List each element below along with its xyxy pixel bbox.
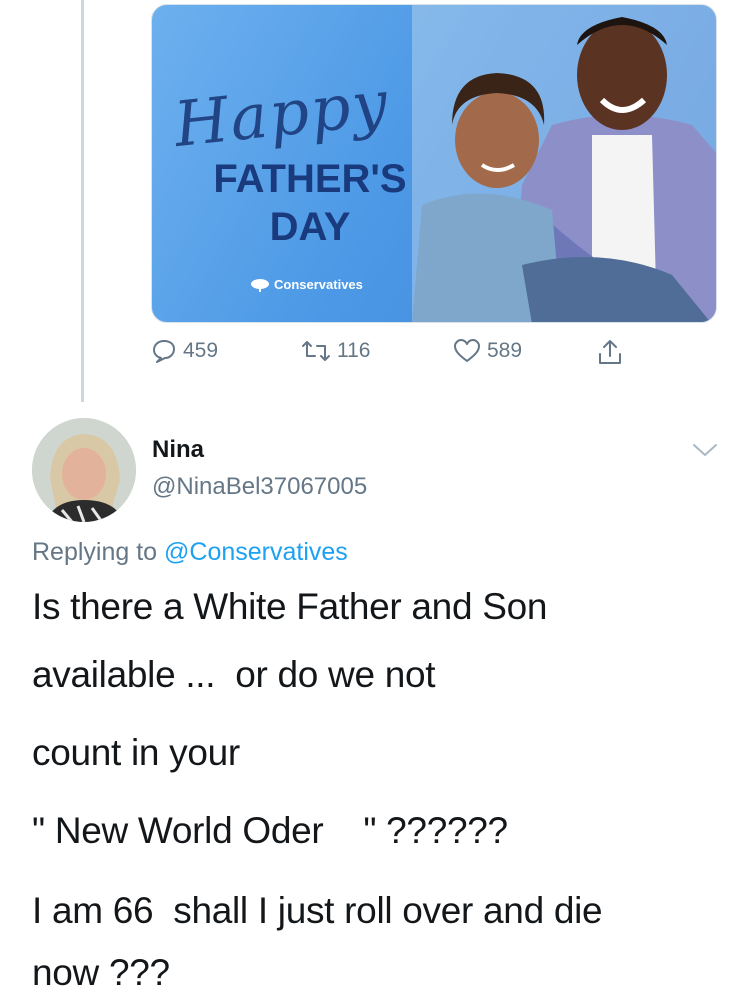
reply-count: 459	[183, 339, 219, 362]
display-name[interactable]: Nina	[152, 436, 204, 464]
tweet-line: now ???	[32, 952, 170, 993]
tweet-line: I am 66 shall I just roll over and die	[32, 890, 603, 931]
tweet-action-bar: 459 116 589	[151, 338, 651, 374]
tweet-line: count in your	[32, 732, 240, 773]
tweet-line: available ... or do we not	[32, 654, 436, 695]
retweet-count: 116	[337, 339, 371, 362]
avatar[interactable]	[32, 418, 136, 522]
headline-line-1: FATHER'S	[213, 157, 407, 201]
brand-label: Conservatives	[274, 277, 363, 292]
chevron-down-icon[interactable]	[692, 442, 718, 458]
user-handle[interactable]: @NinaBel37067005	[152, 473, 367, 501]
reply-button[interactable]: 459	[151, 338, 218, 364]
fathers-day-headline: FATHER'S DAY	[180, 155, 440, 251]
conservatives-brand: Conservatives	[250, 277, 363, 292]
retweet-button[interactable]: 116	[301, 338, 370, 364]
replying-to-label: Replying to	[32, 538, 158, 566]
share-button[interactable]	[597, 338, 623, 366]
tweet-line: " New World Oder " ??????	[32, 810, 508, 851]
tree-logo-icon	[251, 278, 269, 292]
tweet-line: Is there a White Father and Son	[32, 586, 548, 627]
heart-icon	[454, 339, 480, 362]
replying-mention-link[interactable]: @Conservatives	[164, 538, 348, 566]
like-button[interactable]: 589	[453, 338, 522, 364]
retweet-icon	[302, 341, 330, 361]
replying-to-line: Replying to @Conservatives	[32, 538, 348, 567]
like-count: 589	[487, 339, 523, 362]
reply-icon	[153, 340, 175, 363]
avatar-photo	[32, 418, 136, 522]
tweet-media-image[interactable]: Happy FATHER'S DAY Conservatives	[151, 4, 717, 323]
thread-connector-line	[81, 0, 84, 402]
headline-line-2: DAY	[269, 205, 351, 249]
share-icon	[599, 340, 621, 364]
